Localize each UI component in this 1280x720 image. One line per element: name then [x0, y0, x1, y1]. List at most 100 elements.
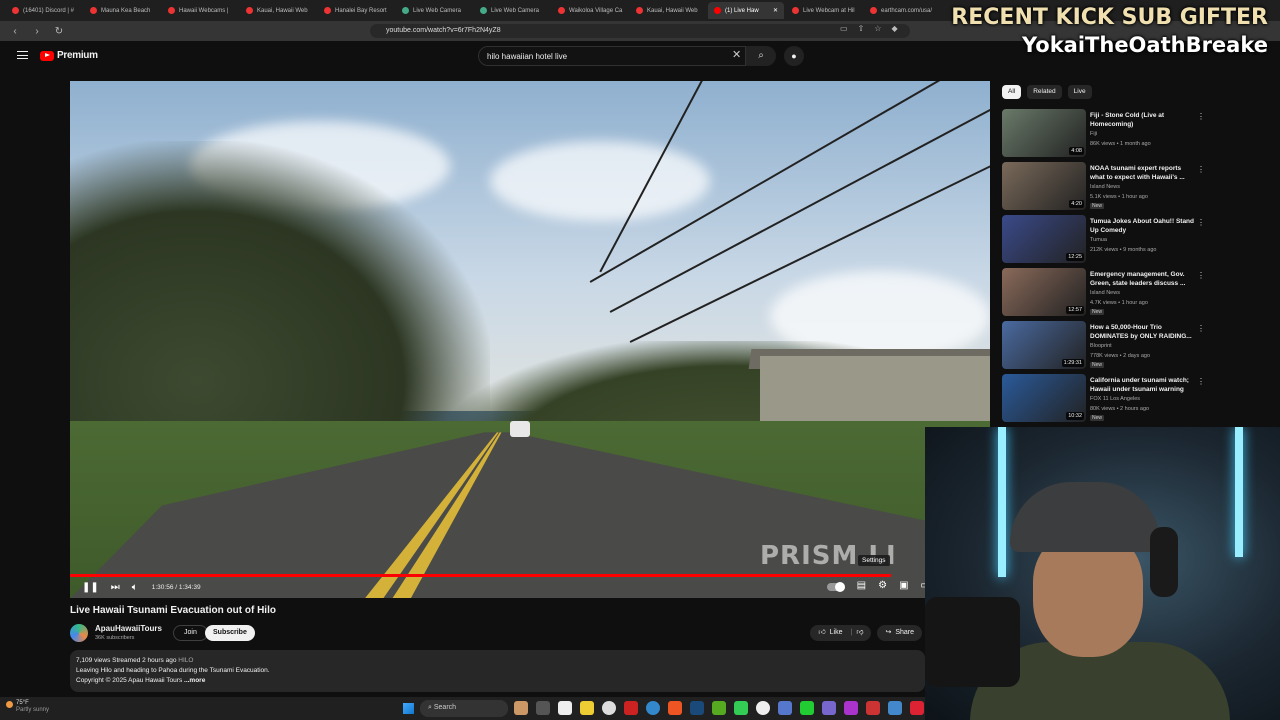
channel-avatar[interactable]	[70, 624, 88, 642]
recommendation-title[interactable]: Emergency management, Gov. Green, state …	[1090, 270, 1194, 288]
file-explorer-icon[interactable]	[580, 701, 594, 715]
browser-tab[interactable]: Hawaii Webcams |	[162, 2, 238, 19]
recommendation-title[interactable]: How a 50,000-Hour Trio DOMINATES by ONLY…	[1090, 323, 1194, 341]
recommendation-item[interactable]: 12:25 Tumua Jokes About Oahu!! Stand Up C…	[1002, 214, 1207, 266]
more-options-icon[interactable]: ⋮	[1197, 165, 1205, 174]
browser-tab[interactable]: Hanalei Bay Resort	[318, 2, 394, 19]
app-icon[interactable]	[712, 701, 726, 715]
browser-tab[interactable]: Waikoloa Village Ca	[552, 2, 628, 19]
volume-icon[interactable]: 🔈︎	[132, 582, 138, 593]
subscribe-button[interactable]: Subscribe	[205, 625, 255, 641]
taskbar-search[interactable]: ⌕ Search	[420, 700, 508, 717]
recommendation-title[interactable]: California under tsunami watch; Hawaii u…	[1090, 376, 1194, 394]
app-icon[interactable]	[514, 701, 528, 715]
video-thumbnail[interactable]: 10:32	[1002, 374, 1086, 422]
app-icon[interactable]	[910, 701, 924, 715]
video-thumbnail[interactable]: 4:08	[1002, 109, 1086, 157]
back-arrow-icon[interactable]: ‹	[10, 26, 20, 37]
video-player[interactable]: PRISM LI	[70, 81, 990, 598]
more-options-icon[interactable]: ⋮	[1197, 271, 1205, 280]
steam-icon[interactable]	[690, 701, 704, 715]
cast-icon[interactable]: ▭	[840, 24, 848, 33]
bookmark-icon[interactable]: ☆	[874, 24, 881, 33]
recommendation-title[interactable]: Fiji - Stone Cold (Live at Homecoming)	[1090, 111, 1194, 129]
recommendation-item[interactable]: 10:32 California under tsunami watch; Haw…	[1002, 373, 1207, 425]
video-thumbnail[interactable]: 4:20	[1002, 162, 1086, 210]
autoplay-toggle[interactable]	[826, 582, 845, 592]
browser-tab[interactable]: Kauai, Hawaii Web	[240, 2, 316, 19]
settings-gear-icon[interactable]: ⚙	[878, 580, 887, 591]
recommendation-item[interactable]: 4:08 Fiji - Stone Cold (Live at Homecomin…	[1002, 108, 1207, 160]
recommendation-item[interactable]: 12:57 Emergency management, Gov. Green, s…	[1002, 267, 1207, 319]
browser-tab[interactable]: (16401) Discord | #	[6, 2, 82, 19]
more-options-icon[interactable]: ⋮	[1197, 218, 1205, 227]
browser-tab[interactable]: Live Webcam at Hil	[786, 2, 862, 19]
youtube-logo[interactable]: Premium	[40, 50, 98, 61]
miniplayer-icon[interactable]: ▣	[899, 580, 908, 591]
browser-tab[interactable]: Live Web Camera	[474, 2, 550, 19]
filter-chip[interactable]: Related	[1027, 85, 1062, 99]
app-icon[interactable]	[866, 701, 880, 715]
brave-shield-icon[interactable]: ◆	[891, 24, 897, 33]
recommendation-item[interactable]: 1:29:31 How a 50,000-Hour Trio DOMINATES …	[1002, 320, 1207, 372]
recommendation-title[interactable]: NOAA tsunami expert reports what to expe…	[1090, 164, 1194, 182]
share-icon[interactable]: ⇧	[858, 24, 865, 33]
chrome-icon[interactable]	[602, 701, 616, 715]
search-button[interactable]: ⌕	[746, 46, 776, 66]
recommendation-channel[interactable]: Island News	[1090, 184, 1120, 190]
app-icon[interactable]	[844, 701, 858, 715]
more-options-icon[interactable]: ⋮	[1197, 112, 1205, 121]
more-link[interactable]: ...more	[184, 677, 205, 684]
clear-search-icon[interactable]: ✕	[732, 48, 741, 61]
url-field[interactable]: youtube.com/watch?v=6r7Fh2N4yZ8	[370, 24, 910, 38]
recommendation-channel[interactable]: Fiji	[1090, 131, 1097, 137]
app-icon[interactable]	[756, 701, 770, 715]
recommendation-channel[interactable]: Island News	[1090, 290, 1120, 296]
location-tag[interactable]: HILO	[178, 657, 193, 664]
close-tab-icon[interactable]: ✕	[773, 7, 778, 14]
browser-tab[interactable]: Mauna Kea Beach	[84, 2, 160, 19]
app-icon[interactable]	[624, 701, 638, 715]
recommendation-item[interactable]: 4:20 NOAA tsunami expert reports what to …	[1002, 161, 1207, 213]
brave-icon[interactable]	[668, 701, 682, 715]
voice-search-button[interactable]: ●	[784, 46, 804, 66]
browser-tab[interactable]: (1) Live Haw ✕	[708, 2, 784, 19]
description-box[interactable]: 7,109 views Streamed 2 hours ago HILO Le…	[70, 650, 925, 692]
share-button[interactable]: ↪ Share	[877, 625, 922, 641]
reload-icon[interactable]: ↻	[54, 26, 64, 37]
filter-chip[interactable]: Live	[1067, 85, 1092, 99]
video-thumbnail[interactable]: 1:29:31	[1002, 321, 1086, 369]
recommendation-title[interactable]: Tumua Jokes About Oahu!! Stand Up Comedy	[1090, 217, 1194, 235]
filter-chip[interactable]: All	[1002, 85, 1022, 99]
thumbs-down-icon[interactable]: 👎︎	[856, 625, 863, 641]
captions-icon[interactable]: ▤	[857, 580, 866, 591]
recommendation-channel[interactable]: Blooprint	[1090, 343, 1112, 349]
channel-name[interactable]: ApauHawaiiTours	[95, 624, 162, 633]
join-button[interactable]: Join	[173, 625, 208, 641]
video-thumbnail[interactable]: 12:57	[1002, 268, 1086, 316]
pause-button[interactable]: ❚❚	[82, 582, 99, 593]
browser-tab[interactable]: earthcam.com/usa/	[864, 2, 940, 19]
app-icon[interactable]	[822, 701, 836, 715]
weather-widget[interactable]: 75°F Partly sunny	[6, 700, 49, 714]
app-icon[interactable]	[800, 701, 814, 715]
video-thumbnail[interactable]: 12:25	[1002, 215, 1086, 263]
windows-start-icon[interactable]	[403, 703, 414, 714]
recommendation-channel[interactable]: Tumua	[1090, 237, 1107, 243]
like-button[interactable]: 👍︎ Like | 👎︎	[810, 625, 872, 641]
task-view-icon[interactable]	[536, 701, 550, 715]
app-icon[interactable]	[778, 701, 792, 715]
edge-icon[interactable]	[646, 701, 660, 715]
more-options-icon[interactable]: ⋮	[1197, 324, 1205, 333]
menu-icon[interactable]	[17, 51, 28, 59]
forward-arrow-icon[interactable]: ›	[32, 26, 42, 37]
next-button[interactable]: ⏭	[111, 582, 120, 593]
browser-tab[interactable]: Kauai, Hawaii Web	[630, 2, 706, 19]
more-options-icon[interactable]: ⋮	[1197, 377, 1205, 386]
notepad-icon[interactable]	[558, 701, 572, 715]
app-icon[interactable]	[888, 701, 902, 715]
browser-tab[interactable]: Live Web Camera	[396, 2, 472, 19]
app-icon[interactable]	[734, 701, 748, 715]
recommendation-channel[interactable]: FOX 11 Los Angeles	[1090, 396, 1140, 402]
search-input[interactable]: hilo hawaiian hotel live	[478, 46, 746, 66]
